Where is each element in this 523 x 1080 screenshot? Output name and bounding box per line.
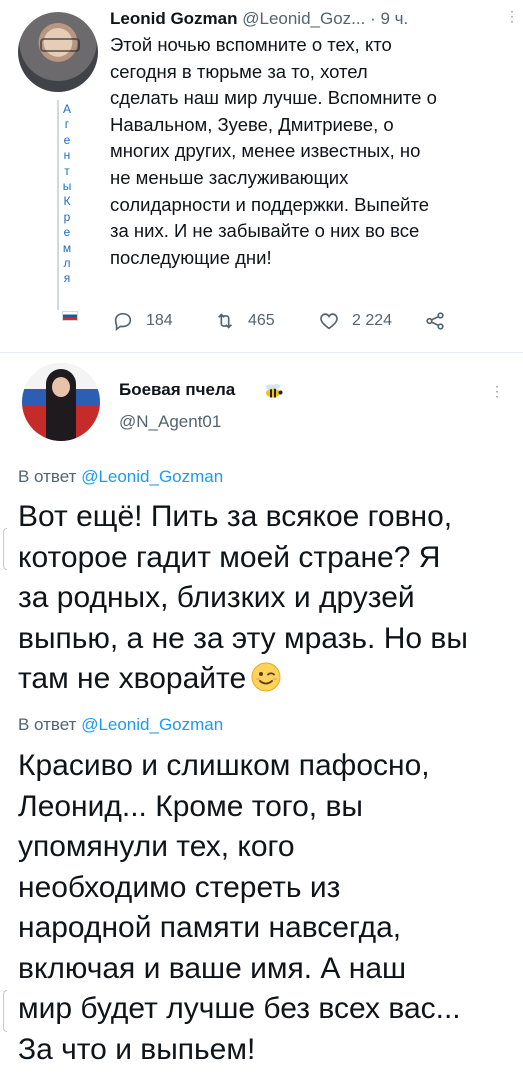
reply-mention-link[interactable]: @Leonid_Gozman bbox=[81, 715, 223, 734]
reply-button[interactable]: 184 bbox=[112, 306, 173, 336]
vertical-label-letter: е bbox=[63, 132, 71, 147]
retweet-count: 465 bbox=[248, 312, 275, 329]
tweet-header: Leonid Gozman @Leonid_Goz... · 9 ч. bbox=[110, 8, 408, 30]
retweet-button[interactable]: 465 bbox=[214, 306, 275, 336]
thread-line bbox=[57, 100, 59, 310]
avatar[interactable] bbox=[18, 12, 98, 92]
share-button[interactable] bbox=[424, 306, 458, 336]
agent-kremlin-vertical-label: АгентыКремля bbox=[61, 102, 73, 287]
avatar[interactable] bbox=[22, 363, 100, 441]
header-separator: · bbox=[370, 9, 376, 28]
retweet-icon bbox=[217, 313, 233, 329]
avatar-face bbox=[52, 377, 70, 397]
author-name[interactable]: Leonid Gozman bbox=[110, 9, 238, 28]
tweet-actions: 184 465 2 224 bbox=[112, 306, 512, 336]
bee-emoji-icon bbox=[266, 384, 283, 398]
reply-context: В ответ @Leonid_Gozman bbox=[18, 466, 223, 488]
reply-count: 184 bbox=[146, 312, 173, 329]
reply-context: В ответ @Leonid_Gozman bbox=[18, 714, 223, 736]
author-handle[interactable]: @Leonid_Goz... bbox=[242, 9, 365, 28]
thread-bracket bbox=[3, 990, 7, 1032]
author-name[interactable]: Боевая пчела bbox=[119, 379, 235, 401]
like-count: 2 224 bbox=[352, 312, 393, 329]
vertical-label-letter: я bbox=[63, 271, 71, 286]
tweet-time[interactable]: 9 ч. bbox=[380, 9, 408, 28]
more-vertical-icon[interactable]: ⋮ bbox=[505, 9, 519, 23]
heart-icon bbox=[320, 313, 338, 330]
vertical-label-letter: р bbox=[63, 209, 71, 224]
tweet-boevaya-pchela[interactable]: Боевая пчела @N_Agent01 ⋮ В ответ @Leoni… bbox=[0, 353, 523, 1080]
tweet-text: Этой ночью вспомните о тех, кто сегодня … bbox=[110, 34, 437, 268]
reply-prefix: В ответ bbox=[18, 467, 77, 486]
vertical-label-letter: л bbox=[63, 256, 71, 271]
share-icon bbox=[426, 312, 444, 330]
vertical-label-letter: ы bbox=[62, 179, 72, 194]
more-vertical-icon[interactable]: ⋮ bbox=[490, 384, 504, 398]
reply-text: Вот ещё! Пить за всякое говно, которое г… bbox=[18, 497, 518, 700]
avatar-glasses bbox=[40, 38, 80, 52]
thread-bracket bbox=[3, 528, 7, 570]
vertical-label-letter: К bbox=[63, 194, 71, 209]
reply-icon bbox=[114, 312, 132, 331]
like-button[interactable]: 2 224 bbox=[318, 306, 392, 336]
reply-text: Красиво и слишком пафосно, Леонид... Кро… bbox=[18, 749, 461, 1066]
vertical-label-letter: м bbox=[62, 240, 72, 255]
author-handle[interactable]: @N_Agent01 bbox=[119, 411, 221, 433]
vertical-label-letter: н bbox=[63, 148, 71, 163]
reply-prefix: В ответ bbox=[18, 715, 77, 734]
tweet-leonid-gozman[interactable]: АгентыКремля Leonid Gozman @Leonid_Goz..… bbox=[0, 0, 523, 352]
wink-emoji-icon bbox=[251, 662, 281, 692]
vertical-label-letter: е bbox=[63, 225, 71, 240]
reply-text-content: Вот ещё! Пить за всякое говно, которое г… bbox=[18, 500, 468, 695]
vertical-label-letter: т bbox=[64, 163, 70, 178]
reply-mention-link[interactable]: @Leonid_Gozman bbox=[81, 467, 223, 486]
vertical-label-letter: А bbox=[62, 102, 71, 116]
russian-flag-icon bbox=[62, 311, 78, 321]
vertical-label-letter: г bbox=[64, 117, 70, 132]
